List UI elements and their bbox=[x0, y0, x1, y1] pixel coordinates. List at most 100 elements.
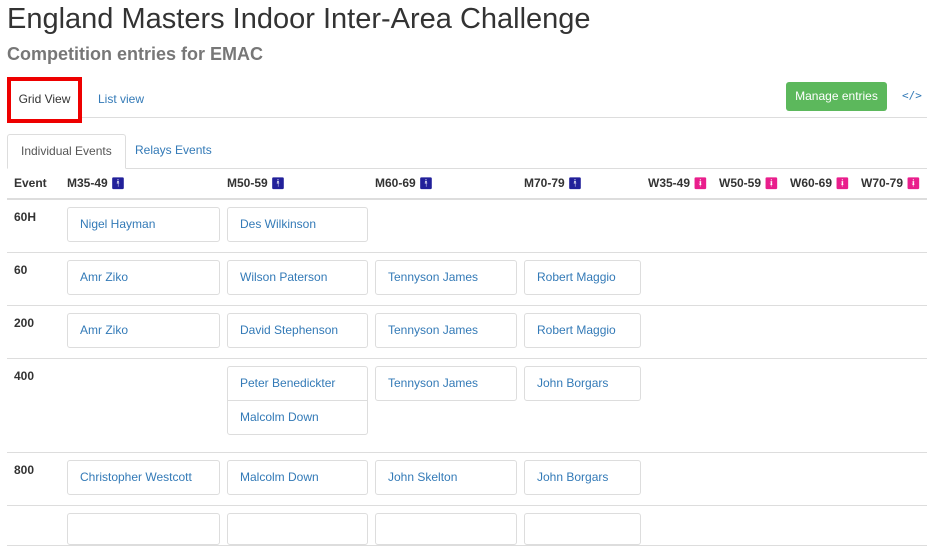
athlete-link[interactable]: Wilson Paterson bbox=[228, 261, 367, 294]
table-row: 60H Nigel Hayman Des Wilkinson bbox=[7, 199, 927, 253]
athlete-link[interactable]: Christopher Westcott bbox=[68, 461, 219, 494]
entry-box: John Borgars bbox=[524, 366, 641, 401]
entry-cell bbox=[854, 305, 927, 359]
entry-box: Amr Ziko bbox=[67, 313, 220, 348]
page-subtitle: Competition entries for EMAC bbox=[7, 44, 264, 64]
athlete-link[interactable]: John Borgars bbox=[525, 461, 640, 494]
entry-cell bbox=[641, 505, 712, 546]
entry-cell bbox=[641, 452, 712, 506]
entry-cell bbox=[854, 252, 927, 306]
male-icon: 🚹︎ bbox=[271, 178, 285, 190]
athlete-link[interactable]: Robert Maggio bbox=[525, 314, 640, 347]
entry-cell bbox=[641, 305, 712, 359]
event-name: 60H bbox=[7, 199, 60, 253]
table-row: 60 Amr Ziko Wilson Paterson Tennyson Jam… bbox=[7, 252, 927, 306]
athlete-link[interactable]: John Borgars bbox=[525, 367, 640, 400]
entry-cell: Peter Benedickter Malcolm Down bbox=[220, 358, 368, 453]
entry-cell bbox=[854, 452, 927, 506]
column-header-w60-69: W60-69 🚺︎ bbox=[783, 168, 854, 200]
athlete-link[interactable]: Tennyson James bbox=[376, 314, 516, 347]
entry-box: Amr Ziko bbox=[67, 260, 220, 295]
female-icon: 🚺︎ bbox=[764, 178, 779, 190]
column-header-w50-59: W50-59 🚺︎ bbox=[712, 168, 783, 200]
entry-box bbox=[524, 513, 641, 545]
entry-box: Wilson Paterson bbox=[227, 260, 368, 295]
entry-box bbox=[375, 513, 517, 545]
entry-cell bbox=[712, 199, 783, 253]
athlete-link[interactable]: Amr Ziko bbox=[68, 261, 219, 294]
athlete-link[interactable]: Malcolm Down bbox=[228, 461, 367, 494]
column-header-m50-59: M50-59 🚹︎ bbox=[220, 168, 368, 200]
entry-cell: John Skelton bbox=[368, 452, 517, 506]
entry-cell bbox=[783, 452, 854, 506]
athlete-link[interactable]: Peter Benedickter bbox=[228, 367, 367, 400]
entry-cell bbox=[854, 199, 927, 253]
female-icon: 🚺︎ bbox=[693, 178, 708, 190]
tab-grid-view[interactable]: Grid View bbox=[7, 77, 82, 123]
entry-box: David Stephenson bbox=[227, 313, 368, 348]
entry-cell bbox=[783, 305, 854, 359]
entry-cell bbox=[641, 252, 712, 306]
athlete-link[interactable]: Malcolm Down bbox=[228, 400, 367, 434]
column-header-w70-79: W70-79 🚺︎ bbox=[854, 168, 927, 200]
athlete-link[interactable]: David Stephenson bbox=[228, 314, 367, 347]
entries-table: Event M35-49 🚹︎ M50-59 🚹︎ M60-69 🚹︎ M70-… bbox=[7, 168, 927, 546]
tab-individual-events[interactable]: Individual Events bbox=[7, 134, 126, 169]
entry-cell bbox=[60, 358, 220, 453]
manage-entries-button[interactable]: Manage entries bbox=[786, 82, 887, 111]
female-icon: 🚺︎ bbox=[835, 178, 850, 190]
entry-cell: Robert Maggio bbox=[517, 252, 641, 306]
entry-cell bbox=[368, 199, 517, 253]
entry-box: Des Wilkinson bbox=[227, 207, 368, 242]
entry-box: Robert Maggio bbox=[524, 260, 641, 295]
entry-cell bbox=[783, 199, 854, 253]
entry-cell bbox=[60, 505, 220, 546]
entry-box: Tennyson James bbox=[375, 260, 517, 295]
athlete-link[interactable]: Tennyson James bbox=[376, 367, 516, 400]
event-name: 800 bbox=[7, 452, 60, 506]
tab-relays-events[interactable]: Relays Events bbox=[122, 134, 225, 168]
athlete-link[interactable]: Robert Maggio bbox=[525, 261, 640, 294]
entry-cell bbox=[783, 252, 854, 306]
entry-box: Christopher Westcott bbox=[67, 460, 220, 495]
embed-code-icon[interactable]: </> bbox=[902, 89, 922, 102]
table-header-row: Event M35-49 🚹︎ M50-59 🚹︎ M60-69 🚹︎ M70-… bbox=[7, 168, 927, 200]
entry-cell: Des Wilkinson bbox=[220, 199, 368, 253]
male-icon: 🚹︎ bbox=[419, 178, 433, 190]
table-row: 400 Peter Benedickter Malcolm Down Tennys… bbox=[7, 358, 927, 453]
tab-list-view[interactable]: List view bbox=[98, 77, 144, 117]
entry-cell bbox=[368, 505, 517, 546]
entry-cell: Amr Ziko bbox=[60, 305, 220, 359]
event-name bbox=[7, 505, 60, 546]
entry-box: Nigel Hayman bbox=[67, 207, 220, 242]
athlete-link[interactable]: Nigel Hayman bbox=[68, 208, 219, 241]
entry-cell bbox=[712, 305, 783, 359]
table-row: 200 Amr Ziko David Stephenson Tennyson J… bbox=[7, 305, 927, 359]
athlete-link[interactable]: Amr Ziko bbox=[68, 314, 219, 347]
view-tabs: Grid View List view Manage entries </> bbox=[7, 77, 927, 123]
entry-cell bbox=[712, 252, 783, 306]
column-header-w35-49: W35-49 🚺︎ bbox=[641, 168, 712, 200]
entry-cell: Wilson Paterson bbox=[220, 252, 368, 306]
column-header-event: Event bbox=[7, 168, 60, 200]
entry-box: Tennyson James bbox=[375, 313, 517, 348]
athlete-link[interactable]: Tennyson James bbox=[376, 261, 516, 294]
event-name: 400 bbox=[7, 358, 60, 453]
entry-cell: Robert Maggio bbox=[517, 305, 641, 359]
entry-cell: John Borgars bbox=[517, 358, 641, 453]
athlete-link[interactable]: Des Wilkinson bbox=[228, 208, 367, 241]
entry-box: Peter Benedickter Malcolm Down bbox=[227, 366, 368, 435]
event-tabs: Individual Events Relays Events bbox=[7, 134, 927, 169]
entry-box bbox=[227, 513, 368, 545]
entry-cell bbox=[712, 505, 783, 546]
column-header-m70-79: M70-79 🚹︎ bbox=[517, 168, 641, 200]
entry-cell: Tennyson James bbox=[368, 252, 517, 306]
entry-cell bbox=[641, 199, 712, 253]
entry-cell: Malcolm Down bbox=[220, 452, 368, 506]
entry-cell bbox=[783, 358, 854, 453]
page-title: England Masters Indoor Inter-Area Challe… bbox=[7, 3, 591, 35]
entry-box: John Skelton bbox=[375, 460, 517, 495]
entry-cell bbox=[712, 452, 783, 506]
entry-cell bbox=[854, 358, 927, 453]
athlete-link[interactable]: John Skelton bbox=[376, 461, 516, 494]
